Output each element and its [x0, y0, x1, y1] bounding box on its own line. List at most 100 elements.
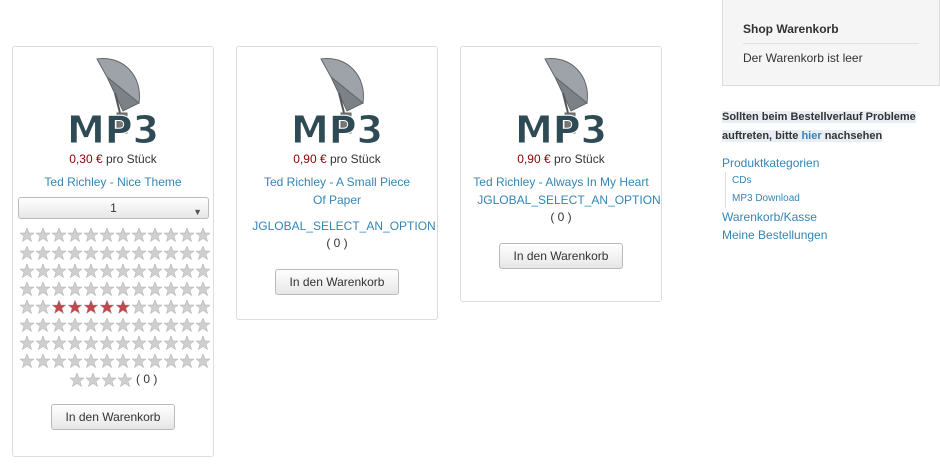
star-icon[interactable]: [115, 335, 131, 351]
star-icon[interactable]: [115, 353, 131, 369]
star-icon[interactable]: [51, 299, 67, 315]
nav-product-categories[interactable]: Produktkategorien: [722, 156, 819, 170]
product-title-link[interactable]: Ted Richley - Always In My Heart: [461, 173, 661, 191]
star-icon[interactable]: [83, 335, 99, 351]
product-title-link[interactable]: Ted Richley - A Small Piece Of Paper: [237, 173, 437, 209]
quantity-select[interactable]: 1 ▼: [18, 197, 209, 219]
star-icon[interactable]: [115, 227, 131, 243]
star-icon[interactable]: [67, 299, 83, 315]
option-select-link[interactable]: JGLOBAL_SELECT_AN_OPTION: [477, 191, 661, 209]
star-icon[interactable]: [67, 335, 83, 351]
star-icon[interactable]: [51, 281, 67, 297]
star-icon[interactable]: [195, 263, 211, 279]
star-icon[interactable]: [99, 299, 115, 315]
star-icon[interactable]: [179, 245, 195, 261]
star-icon[interactable]: [51, 317, 67, 333]
star-icon[interactable]: [83, 353, 99, 369]
mp3-product-image[interactable]: MP3: [67, 53, 159, 151]
star-icon[interactable]: [83, 317, 99, 333]
star-icon[interactable]: [67, 227, 83, 243]
star-icon[interactable]: [131, 353, 147, 369]
star-icon[interactable]: [131, 299, 147, 315]
star-icon[interactable]: [179, 317, 195, 333]
star-icon[interactable]: [19, 335, 35, 351]
star-icon[interactable]: [195, 281, 211, 297]
star-icon[interactable]: [67, 245, 83, 261]
add-to-cart-button[interactable]: In den Warenkorb: [274, 269, 400, 295]
star-icon[interactable]: [35, 227, 51, 243]
star-icon[interactable]: [19, 281, 35, 297]
star-icon[interactable]: [19, 317, 35, 333]
nav-sub-mp3-download[interactable]: MP3 Download: [732, 190, 800, 208]
star-icon[interactable]: [51, 263, 67, 279]
star-icon[interactable]: [195, 335, 211, 351]
star-icon[interactable]: [83, 281, 99, 297]
notice-help-link[interactable]: hier: [801, 130, 821, 142]
star-icon[interactable]: [115, 299, 131, 315]
star-icon[interactable]: [99, 263, 115, 279]
star-icon[interactable]: [19, 299, 35, 315]
star-icon[interactable]: [163, 353, 179, 369]
star-icon[interactable]: [163, 227, 179, 243]
star-icon[interactable]: [195, 245, 211, 261]
star-icon[interactable]: [147, 245, 163, 261]
star-icon[interactable]: [35, 335, 51, 351]
nav-cart-checkout[interactable]: Warenkorb/Kasse: [722, 210, 817, 224]
star-icon[interactable]: [19, 353, 35, 369]
star-icon[interactable]: [83, 245, 99, 261]
star-icon[interactable]: [35, 245, 51, 261]
star-icon[interactable]: [179, 227, 195, 243]
star-icon[interactable]: [99, 335, 115, 351]
star-icon[interactable]: [83, 263, 99, 279]
star-icon[interactable]: [163, 299, 179, 315]
star-icon[interactable]: [147, 263, 163, 279]
star-icon[interactable]: [35, 317, 51, 333]
star-icon[interactable]: [147, 317, 163, 333]
nav-sub-cds[interactable]: CDs: [732, 172, 800, 190]
star-icon[interactable]: [19, 227, 35, 243]
star-icon[interactable]: [131, 335, 147, 351]
star-icon[interactable]: [115, 245, 131, 261]
star-icon[interactable]: [131, 317, 147, 333]
star-icon[interactable]: [131, 227, 147, 243]
star-icon[interactable]: [147, 335, 163, 351]
star-icon[interactable]: [195, 317, 211, 333]
star-icon[interactable]: [179, 281, 195, 297]
star-icon[interactable]: [147, 281, 163, 297]
star-icon[interactable]: [163, 335, 179, 351]
star-icon[interactable]: [51, 335, 67, 351]
star-icon[interactable]: [51, 227, 67, 243]
star-icon[interactable]: [179, 353, 195, 369]
product-title-link[interactable]: Ted Richley - Nice Theme: [13, 173, 213, 191]
star-icon[interactable]: [131, 281, 147, 297]
star-icon[interactable]: [163, 263, 179, 279]
star-icon[interactable]: [163, 245, 179, 261]
mp3-product-image[interactable]: MP3: [515, 53, 607, 151]
nav-my-orders[interactable]: Meine Bestellungen: [722, 228, 827, 242]
star-icon[interactable]: [115, 281, 131, 297]
star-icon[interactable]: [195, 299, 211, 315]
star-icon[interactable]: [67, 317, 83, 333]
star-icon[interactable]: [35, 281, 51, 297]
star-icon[interactable]: [35, 263, 51, 279]
star-icon[interactable]: [115, 263, 131, 279]
star-icon[interactable]: [163, 317, 179, 333]
star-icon[interactable]: [179, 335, 195, 351]
mp3-product-image[interactable]: MP3: [291, 53, 383, 151]
star-icon[interactable]: [179, 299, 195, 315]
star-icon[interactable]: [99, 317, 115, 333]
star-icon[interactable]: [99, 281, 115, 297]
add-to-cart-button[interactable]: In den Warenkorb: [50, 403, 176, 430]
star-icon[interactable]: [147, 227, 163, 243]
star-icon[interactable]: [67, 353, 83, 369]
star-icon[interactable]: [115, 317, 131, 333]
star-icon[interactable]: [19, 263, 35, 279]
star-icon[interactable]: [99, 353, 115, 369]
option-select-link[interactable]: JGLOBAL_SELECT_AN_OPTION: [251, 217, 437, 235]
star-icon[interactable]: [131, 263, 147, 279]
star-icon[interactable]: [51, 245, 67, 261]
star-icon[interactable]: [99, 227, 115, 243]
star-icon[interactable]: [67, 263, 83, 279]
star-icon[interactable]: [163, 281, 179, 297]
star-icon[interactable]: [67, 281, 83, 297]
